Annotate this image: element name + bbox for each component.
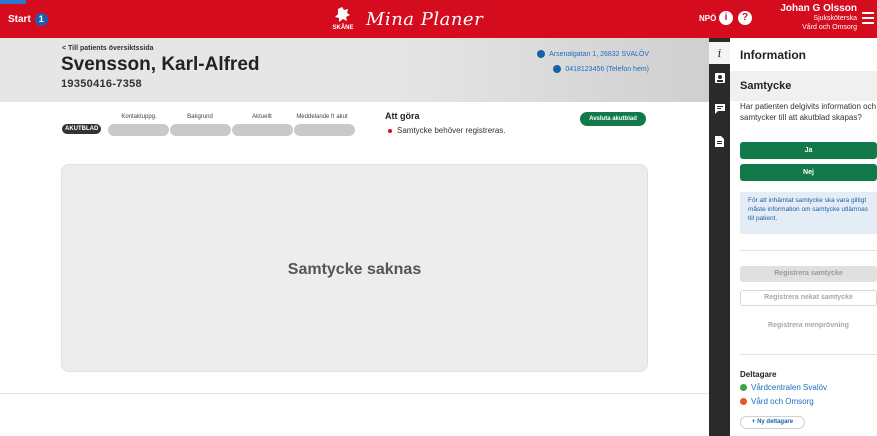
content-divider [0, 393, 709, 394]
participants-title: Deltagare [740, 370, 777, 379]
user-info[interactable]: Johan G Olsson Sjuksköterska Vård och Om… [737, 3, 857, 32]
todo-item: Samtycke behöver registreras. [388, 126, 506, 135]
consent-yes-button[interactable]: Ja [740, 142, 877, 159]
top-bar: Start 1 SKÅNE Mina Planer NPÖ i ? Johan … [0, 0, 877, 38]
user-unit: Vård och Omsorg [802, 24, 857, 31]
rail-document-tab[interactable] [709, 130, 730, 152]
step-label-kontakt: Kontaktuppg. [121, 114, 157, 120]
back-to-overview-link[interactable]: < Till patients översiktssida [62, 45, 154, 52]
consent-section-title: Samtycke [740, 80, 792, 92]
patient-address[interactable]: Arsenalgatan 1, 26832 SVALÖV [537, 50, 649, 58]
side-icon-rail: i [709, 38, 730, 436]
panel-title: Information [740, 48, 806, 62]
participant-name: Vårdcentralen Svalöv [751, 383, 828, 392]
akutblad-badge: AKUTBLAD [62, 124, 102, 134]
document-icon [715, 135, 724, 147]
check-circle-icon [740, 384, 747, 391]
location-pin-icon [537, 50, 546, 58]
header-divider [0, 102, 709, 104]
start-button[interactable]: Start 1 [8, 13, 48, 26]
patient-name: Svensson, Karl-Alfred [61, 54, 260, 75]
app-title: Mina Planer [366, 8, 484, 30]
start-label: Start [8, 14, 31, 25]
phone-icon [553, 65, 562, 73]
close-akutblad-button[interactable]: Avsluta akutblad [580, 112, 646, 126]
todo-title: Att göra [385, 111, 420, 121]
step-bar-aktuellt[interactable] [232, 124, 293, 136]
consent-question: Har patienten delgivits information och … [740, 102, 877, 122]
add-participant-button[interactable]: + Ny deltagare [740, 416, 805, 429]
info-icon[interactable]: i [719, 11, 733, 25]
step-bar-kontakt[interactable] [108, 124, 169, 136]
skane-logo: SKÅNE [330, 6, 356, 32]
participant-item[interactable]: Vårdcentralen Svalöv [740, 383, 827, 392]
panel-divider [740, 250, 877, 251]
close-circle-icon [740, 398, 747, 405]
consent-missing-card: Samtycke saknas [61, 164, 648, 372]
register-trial-button[interactable]: Registrera menprövning [740, 318, 877, 334]
patient-header: < Till patients översiktssida Svensson, … [0, 38, 709, 104]
rail-person-tab[interactable] [709, 66, 730, 88]
person-badge-icon [714, 72, 725, 83]
step-label-meddelande: Meddelande fr akut [296, 114, 348, 120]
information-panel: Information Samtycke Har patienten delgi… [730, 38, 877, 436]
start-count-badge: 1 [34, 13, 48, 26]
rail-comment-tab[interactable] [709, 98, 730, 120]
panel-divider [740, 354, 877, 355]
step-label-aktuellt: Aktuellt [252, 114, 272, 120]
user-name: Johan G Olsson [780, 3, 857, 14]
phone-text: 0418123456 (Telefon hem) [565, 65, 649, 73]
consent-no-button[interactable]: Nej [740, 164, 877, 181]
comment-icon [714, 104, 725, 114]
consent-section-header: Samtycke [730, 71, 877, 101]
patient-personal-id: 19350416-7358 [61, 78, 142, 90]
step-bar-meddelande[interactable] [294, 124, 355, 136]
consent-info-box: För att inhämtat samtycke ska vara gilti… [740, 192, 877, 234]
patient-phone[interactable]: 0418123456 (Telefon hem) [553, 65, 649, 73]
bullet-icon [388, 128, 392, 133]
step-label-bakgrund: Bakgrund [187, 114, 213, 120]
register-consent-button[interactable]: Registrera samtycke [740, 266, 877, 282]
logo-text: SKÅNE [332, 25, 354, 31]
step-bar-bakgrund[interactable] [170, 124, 231, 136]
user-role: Sjuksköterska [813, 15, 857, 22]
info-icon: i [717, 46, 722, 60]
environment-tag [0, 0, 26, 4]
rail-info-tab[interactable]: i [709, 42, 730, 64]
register-refusal-button[interactable]: Registrera nekat samtycke [740, 290, 877, 306]
consent-missing-message: Samtycke saknas [287, 261, 422, 278]
brand: SKÅNE Mina Planer [330, 6, 483, 32]
participant-name: Vård och Omsorg [751, 397, 814, 406]
todo-item-text: Samtycke behöver registreras. [397, 126, 506, 135]
hamburger-menu-icon[interactable] [862, 12, 874, 27]
griffin-icon [335, 7, 350, 22]
participant-item[interactable]: Vård och Omsorg [740, 397, 814, 406]
npo-link[interactable]: NPÖ [699, 14, 716, 23]
address-text: Arsenalgatan 1, 26832 SVALÖV [549, 50, 649, 58]
app-root: Start 1 SKÅNE Mina Planer NPÖ i ? Johan … [0, 0, 877, 436]
